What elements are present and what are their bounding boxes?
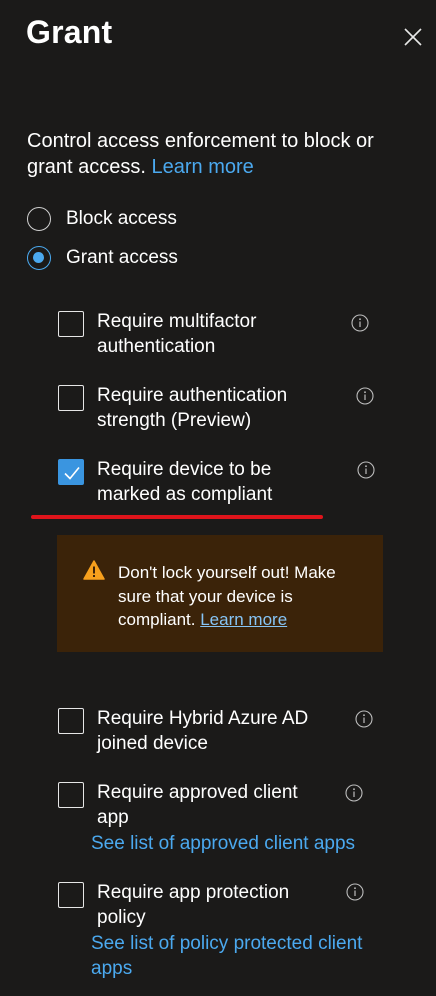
mfa-label: Require multifactor authentication <box>97 311 257 357</box>
grant-access-label: Grant access <box>66 247 178 268</box>
warning-learn-more-link[interactable]: Learn more <box>200 610 287 629</box>
warning-message: Don't lock yourself out! Make sure that … <box>118 561 368 632</box>
checkmark-icon <box>64 466 80 480</box>
auth-strength-checkbox[interactable] <box>58 385 84 411</box>
info-icon[interactable] <box>345 784 363 802</box>
info-icon[interactable] <box>346 883 364 901</box>
compliant-device-label: Require device to be marked as compliant <box>97 459 273 505</box>
info-icon[interactable] <box>357 461 375 479</box>
block-access-label: Block access <box>66 208 177 229</box>
hybrid-joined-checkbox[interactable] <box>58 708 84 734</box>
approved-app-checkbox[interactable] <box>58 782 84 808</box>
close-icon[interactable] <box>402 26 424 48</box>
annotation-underline <box>31 515 323 519</box>
auth-strength-label: Require authentication strength (Preview… <box>97 385 288 431</box>
info-icon[interactable] <box>355 710 373 728</box>
protected-apps-link[interactable]: See list of policy protected client apps <box>91 931 391 981</box>
block-access-radio[interactable] <box>27 207 51 231</box>
warning-icon <box>83 560 105 580</box>
panel-title: Grant <box>26 14 113 50</box>
grant-access-radio[interactable] <box>27 246 51 270</box>
approved-apps-link[interactable]: See list of approved client apps <box>91 831 391 856</box>
lockout-warning: Don't lock yourself out! Make sure that … <box>57 535 383 652</box>
mfa-checkbox[interactable] <box>58 311 84 337</box>
learn-more-link[interactable]: Learn more <box>152 156 254 178</box>
app-protection-checkbox[interactable] <box>58 882 84 908</box>
info-icon[interactable] <box>356 387 374 405</box>
compliant-device-checkbox[interactable] <box>58 459 84 485</box>
approved-app-label: Require approved client app <box>97 782 298 828</box>
block-access-option[interactable]: Block access <box>27 207 177 231</box>
app-protection-label: Require app protection policy <box>97 882 290 928</box>
hybrid-joined-label: Require Hybrid Azure AD joined device <box>97 708 309 754</box>
info-icon[interactable] <box>351 314 369 332</box>
intro-description: Control access enforcement to block or g… <box>27 128 417 180</box>
grant-access-option[interactable]: Grant access <box>27 246 178 270</box>
